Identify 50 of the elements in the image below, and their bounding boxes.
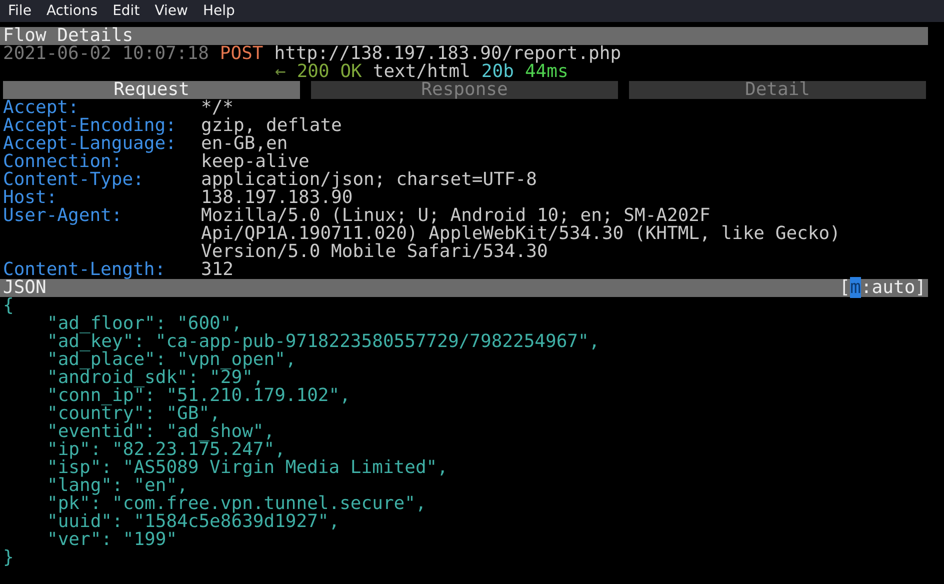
menu-item[interactable]: Actions	[46, 3, 98, 19]
menu-item[interactable]: View	[154, 3, 188, 19]
response-arrow: ←	[275, 63, 286, 81]
content-type: text/html	[372, 63, 470, 81]
header-name: Content-Type:	[3, 171, 145, 189]
header-name: Accept-Language:	[3, 135, 178, 153]
json-brace: {	[3, 297, 15, 315]
view-mode-indicator[interactable]: [m:auto]	[839, 279, 928, 297]
timestamp: 2021-06-02 10:07:18	[3, 45, 209, 63]
json-line: "lang": "en",	[46, 477, 188, 495]
json-line: "pk": "com.free.vpn.tunnel.secure",	[46, 495, 428, 513]
header-name: Connection:	[3, 153, 122, 171]
json-line: "android_sdk": "29",	[46, 369, 264, 387]
menu-item[interactable]: File	[8, 3, 32, 19]
header-name: Accept:	[3, 99, 79, 117]
header-value: gzip, deflate	[201, 117, 343, 135]
header-value: 138.197.183.90	[201, 189, 353, 207]
header-name: User-Agent:	[3, 207, 124, 228]
header-value: keep-alive	[201, 153, 310, 171]
json-line: "conn_ip": "51.210.179.102",	[46, 387, 352, 405]
response-time: 44ms	[524, 63, 568, 81]
header-value: application/json; charset=UTF-8	[201, 171, 538, 189]
header-value: Api/QP1A.190711.020) AppleWebKit/534.30 (KHTML, like Gecko)	[201, 225, 842, 243]
header-name: Host:	[3, 189, 58, 207]
json-line: "isp": "AS5089 Virgin Media Limited",	[46, 459, 449, 477]
request-url: http://138.197.183.90/report.php	[274, 45, 622, 63]
json-line: "country": "GB",	[46, 405, 220, 423]
header-value: 312	[201, 261, 235, 279]
status-code: 200 OK	[296, 63, 362, 81]
menu-item[interactable]: Edit	[112, 3, 140, 19]
http-method: POST	[220, 45, 264, 63]
response-size: 20b	[481, 63, 514, 81]
header-value: */*	[201, 99, 234, 117]
json-brace: }	[3, 549, 15, 567]
tab[interactable]: Request	[3, 81, 300, 99]
json-title: JSON	[3, 279, 46, 297]
json-line: "uuid": "1584c5e8639d1927",	[46, 513, 340, 531]
header-value: en-GB,en	[201, 135, 288, 153]
header-name: Content-Length:	[3, 261, 167, 279]
json-line: "ad_key": "ca-app-pub-9718223580557729/7982254967",	[46, 333, 601, 351]
json-line: "ip": "82.23.175.247",	[46, 441, 286, 459]
header-value: Mozilla/5.0 (Linux; U; Android 10; en; SM-A202F	[201, 207, 712, 225]
json-line: "eventid": "ad_show",	[46, 423, 275, 441]
menu-item[interactable]: Help	[202, 3, 235, 19]
flow-details-title: Flow Details	[3, 27, 134, 45]
json-line: "ver": "199"	[46, 531, 178, 549]
json-line: "ad_floor": "600",	[46, 315, 242, 333]
header-name: Accept-Encoding:	[3, 117, 178, 135]
header-value: Version/5.0 Mobile Safari/534.30	[201, 243, 548, 261]
json-line: "ad_place": "vpn_open",	[46, 351, 296, 369]
